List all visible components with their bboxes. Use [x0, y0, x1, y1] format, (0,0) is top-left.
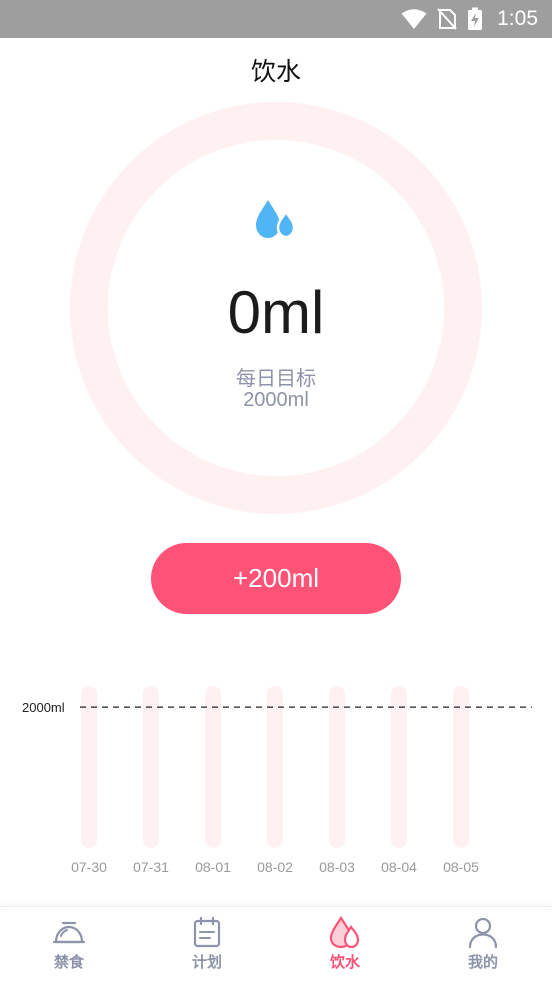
x-tick-label: 07-30	[71, 859, 107, 875]
daily-goal-label: 每日目标	[236, 366, 316, 390]
x-tick-label: 07-31	[133, 859, 169, 875]
water-amount: 0ml	[227, 279, 325, 346]
bar-track	[391, 686, 407, 848]
water-history-chart: 07-30 07-31 08-01 08-02 08-03 08-04 08-05 2000m…	[22, 686, 532, 875]
calendar-icon	[193, 916, 221, 948]
tab-fasting[interactable]: 禁食	[19, 907, 119, 981]
water-drop-icon	[329, 915, 360, 949]
x-tick-label: 08-05	[443, 859, 479, 875]
tab-plan[interactable]: 计划	[157, 907, 257, 981]
bar-track	[81, 686, 97, 848]
x-tick-label: 08-03	[319, 859, 355, 875]
page-title: 饮水	[250, 57, 301, 86]
battery-charging-icon	[468, 7, 483, 30]
status-time: 1:05	[497, 7, 538, 30]
add-water-button[interactable]: +200ml	[151, 543, 401, 614]
x-tick-label: 08-01	[195, 859, 231, 875]
tab-label: 禁食	[53, 953, 84, 971]
tab-label: 计划	[191, 953, 222, 971]
no-sim-icon	[437, 8, 457, 30]
bar-track	[453, 686, 469, 848]
tab-water[interactable]: 饮水	[295, 907, 395, 981]
bar-track	[143, 686, 159, 848]
wifi-icon	[401, 9, 427, 29]
bar-track	[205, 686, 221, 848]
bottom-tab-bar: 禁食 计划 饮水 我的	[0, 906, 552, 981]
daily-goal-value: 2000ml	[243, 389, 309, 411]
x-tick-label: 08-02	[257, 859, 293, 875]
bar-track	[329, 686, 345, 848]
x-tick-label: 08-04	[381, 859, 417, 875]
bar-track	[267, 686, 283, 848]
tab-label: 我的	[467, 953, 498, 971]
person-icon	[468, 917, 498, 949]
goal-line-label: 2000ml	[22, 700, 65, 715]
bowl-icon	[52, 921, 86, 944]
water-drop-icon	[256, 200, 296, 239]
tab-label: 饮水	[329, 953, 360, 971]
tab-profile[interactable]: 我的	[433, 907, 533, 981]
status-bar: 1:05	[0, 0, 552, 38]
